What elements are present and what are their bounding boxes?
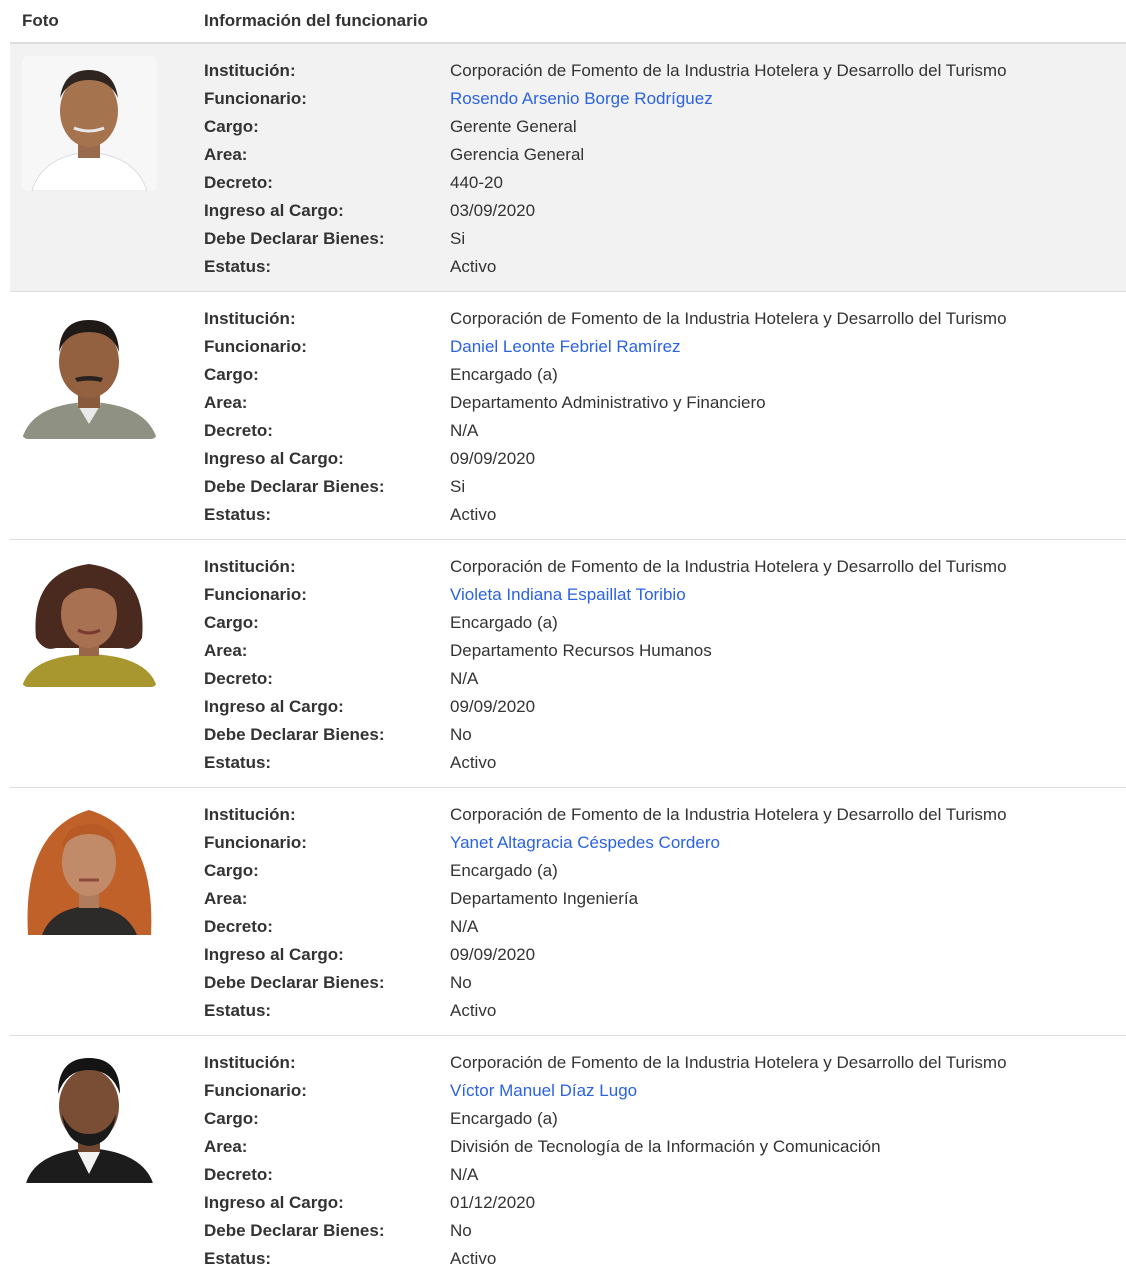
cargo-label: Cargo: xyxy=(204,861,259,880)
area-label: Area: xyxy=(204,145,248,164)
estatus-label: Estatus: xyxy=(204,1001,272,1020)
ingreso-label: Ingreso al Cargo: xyxy=(204,201,344,220)
area-value: Departamento Administrativo y Financiero xyxy=(450,393,766,412)
funcionario-link[interactable]: Yanet Altagracia Céspedes Cordero xyxy=(450,833,720,853)
table-row: Institución: Corporación de Fomento de la… xyxy=(10,788,1126,1036)
table-row: Institución: Corporación de Fomento de la… xyxy=(10,292,1126,540)
declarar-value: No xyxy=(450,973,472,992)
estatus-value: Activo xyxy=(450,1249,497,1268)
decreto-value: 440-20 xyxy=(450,173,503,192)
estatus-value: Activo xyxy=(450,1001,497,1020)
funcionario-label: Funcionario: xyxy=(204,833,307,852)
funcionario-label: Funcionario: xyxy=(204,337,307,356)
ingreso-label: Ingreso al Cargo: xyxy=(204,697,344,716)
official-photo xyxy=(22,56,157,191)
area-value: Departamento Recursos Humanos xyxy=(450,641,712,660)
ingreso-value: 03/09/2020 xyxy=(450,201,536,220)
ingreso-label: Ingreso al Cargo: xyxy=(204,449,344,468)
area-value: División de Tecnología de la Información… xyxy=(450,1137,881,1156)
institucion-label: Institución: xyxy=(204,309,296,328)
funcionario-label: Funcionario: xyxy=(204,1081,307,1100)
table-row: Institución: Corporación de Fomento de la… xyxy=(10,44,1126,292)
ingreso-value: 09/09/2020 xyxy=(450,697,536,716)
decreto-label: Decreto: xyxy=(204,1165,273,1184)
table-row: Institución: Corporación de Fomento de la… xyxy=(10,1036,1126,1284)
decreto-label: Decreto: xyxy=(204,421,273,440)
estatus-label: Estatus: xyxy=(204,753,272,772)
declarar-label: Debe Declarar Bienes: xyxy=(204,973,385,992)
institucion-value: Corporación de Fomento de la Industria H… xyxy=(450,557,1007,576)
ingreso-label: Ingreso al Cargo: xyxy=(204,1193,344,1212)
area-value: Departamento Ingeniería xyxy=(450,889,639,908)
ingreso-label: Ingreso al Cargo: xyxy=(204,945,344,964)
area-label: Area: xyxy=(204,1137,248,1156)
declarar-value: Si xyxy=(450,477,466,496)
cargo-value: Encargado (a) xyxy=(450,1109,558,1128)
decreto-label: Decreto: xyxy=(204,669,273,688)
area-value: Gerencia General xyxy=(450,145,585,164)
cargo-label: Cargo: xyxy=(204,365,259,384)
cargo-value: Encargado (a) xyxy=(450,613,558,632)
declarar-label: Debe Declarar Bienes: xyxy=(204,725,385,744)
institucion-label: Institución: xyxy=(204,61,296,80)
estatus-value: Activo xyxy=(450,505,497,524)
institucion-value: Corporación de Fomento de la Industria H… xyxy=(450,805,1007,824)
estatus-label: Estatus: xyxy=(204,505,272,524)
cargo-value: Encargado (a) xyxy=(450,861,558,880)
funcionario-link[interactable]: Rosendo Arsenio Borge Rodríguez xyxy=(450,89,713,109)
ingreso-value: 01/12/2020 xyxy=(450,1193,536,1212)
declarar-value: No xyxy=(450,725,472,744)
estatus-label: Estatus: xyxy=(204,1249,272,1268)
declarar-value: No xyxy=(450,1221,472,1240)
decreto-value: N/A xyxy=(450,669,479,688)
ingreso-value: 09/09/2020 xyxy=(450,449,536,468)
decreto-label: Decreto: xyxy=(204,173,273,192)
institucion-value: Corporación de Fomento de la Industria H… xyxy=(450,1053,1007,1072)
funcionario-label: Funcionario: xyxy=(204,89,307,108)
funcionario-link[interactable]: Víctor Manuel Díaz Lugo xyxy=(450,1081,637,1101)
cargo-value: Gerente General xyxy=(450,117,577,136)
declarar-label: Debe Declarar Bienes: xyxy=(204,229,385,248)
declarar-value: Si xyxy=(450,229,466,248)
table-row: Institución: Corporación de Fomento de la… xyxy=(10,540,1126,788)
cargo-label: Cargo: xyxy=(204,117,259,136)
official-photo xyxy=(22,552,157,687)
declarar-label: Debe Declarar Bienes: xyxy=(204,1221,385,1240)
official-photo xyxy=(22,304,157,439)
area-label: Area: xyxy=(204,889,248,908)
institucion-label: Institución: xyxy=(204,805,296,824)
photo-column-header: Foto xyxy=(22,11,59,30)
decreto-label: Decreto: xyxy=(204,917,273,936)
estatus-label: Estatus: xyxy=(204,257,272,276)
cargo-value: Encargado (a) xyxy=(450,365,558,384)
decreto-value: N/A xyxy=(450,917,479,936)
declarar-label: Debe Declarar Bienes: xyxy=(204,477,385,496)
info-column-header: Información del funcionario xyxy=(204,11,428,30)
officials-table: Foto Información del funcionario Institu… xyxy=(10,0,1126,1284)
estatus-value: Activo xyxy=(450,753,497,772)
area-label: Area: xyxy=(204,641,248,660)
institucion-label: Institución: xyxy=(204,1053,296,1072)
decreto-value: N/A xyxy=(450,421,479,440)
institucion-label: Institución: xyxy=(204,557,296,576)
funcionario-link[interactable]: Violeta Indiana Espaillat Toribio xyxy=(450,585,686,605)
estatus-value: Activo xyxy=(450,257,497,276)
institucion-value: Corporación de Fomento de la Industria H… xyxy=(450,309,1007,328)
official-photo xyxy=(22,1048,157,1183)
cargo-label: Cargo: xyxy=(204,613,259,632)
table-header: Foto Información del funcionario xyxy=(10,0,1126,44)
area-label: Area: xyxy=(204,393,248,412)
funcionario-label: Funcionario: xyxy=(204,585,307,604)
institucion-value: Corporación de Fomento de la Industria H… xyxy=(450,61,1007,80)
official-photo xyxy=(22,800,157,935)
cargo-label: Cargo: xyxy=(204,1109,259,1128)
funcionario-link[interactable]: Daniel Leonte Febriel Ramírez xyxy=(450,337,681,357)
decreto-value: N/A xyxy=(450,1165,479,1184)
ingreso-value: 09/09/2020 xyxy=(450,945,536,964)
